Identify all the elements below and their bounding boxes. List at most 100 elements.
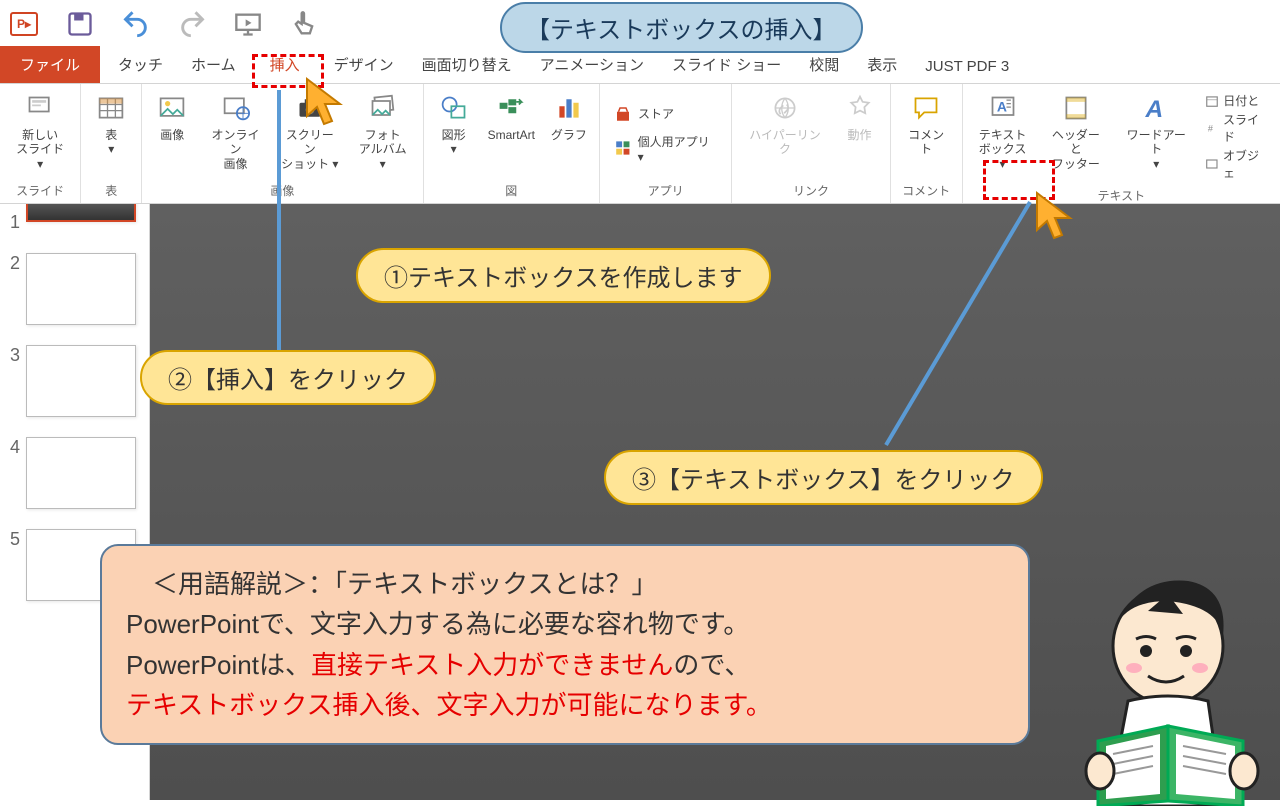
chart-label: グラフ — [551, 128, 587, 142]
tab-transition[interactable]: 画面切り替え — [408, 46, 526, 83]
picture-icon — [156, 92, 188, 124]
step1-callout: ①テキストボックスを作成します — [356, 248, 771, 303]
datetime-icon — [1205, 94, 1219, 108]
store-label: ストア — [638, 105, 674, 122]
tab-touch[interactable]: タッチ — [104, 46, 177, 83]
slidenum-label: スライド — [1223, 111, 1270, 145]
wordart-label: ワードアート ▾ — [1121, 128, 1191, 171]
powerpoint-icon: P▸ — [10, 12, 38, 36]
ribbon-insert: 新しい スライド ▾ スライド 表 ▾ 表 画像 オンライン 画像 — [0, 84, 1280, 204]
table-icon — [95, 92, 127, 124]
svg-text:#: # — [1208, 123, 1214, 133]
thumb-num-5: 5 — [6, 529, 20, 601]
save-icon[interactable] — [66, 10, 94, 38]
screenshot-label: スクリーン ショット ▾ — [281, 128, 339, 171]
object-button[interactable]: オブジェ — [1205, 147, 1270, 181]
cursor-insert-tab — [302, 74, 352, 134]
photo-album-icon — [367, 92, 399, 124]
new-slide-icon — [24, 92, 56, 124]
explain-line1: ＜用語解説＞：「テキストボックスとは？」 — [126, 564, 1004, 604]
redo-icon[interactable] — [178, 10, 206, 38]
picture-label: 画像 — [160, 128, 184, 142]
comment-label: コメント — [903, 128, 950, 157]
group-image-label: 画像 — [148, 180, 416, 203]
textbox-button[interactable]: A テキスト ボックス ▾ — [969, 88, 1037, 175]
my-apps-button[interactable]: 個人用アプリ ▾ — [614, 133, 717, 164]
group-illust-label: 図 — [430, 180, 593, 203]
action-icon — [844, 92, 876, 124]
thumb-4[interactable] — [26, 437, 136, 509]
photo-album-label: フォト アルバム ▾ — [355, 128, 411, 171]
thumb-num-2: 2 — [6, 253, 20, 325]
shapes-button[interactable]: 図形 ▾ — [430, 88, 478, 161]
comment-button[interactable]: コメント — [897, 88, 956, 161]
datetime-label: 日付と — [1223, 92, 1259, 109]
thumb-num-4: 4 — [6, 437, 20, 509]
slidenum-icon: # — [1205, 121, 1219, 135]
table-button[interactable]: 表 ▾ — [87, 88, 135, 161]
tab-view[interactable]: 表示 — [853, 46, 911, 83]
thumb-3[interactable] — [26, 345, 136, 417]
new-slide-button[interactable]: 新しい スライド ▾ — [6, 88, 74, 175]
online-picture-button[interactable]: オンライン 画像 — [200, 88, 271, 175]
svg-text:A: A — [996, 99, 1006, 115]
online-picture-label: オンライン 画像 — [206, 128, 265, 171]
tab-file[interactable]: ファイル — [0, 46, 100, 83]
group-comment-label: コメント — [897, 180, 956, 203]
header-footer-label: ヘッダーと フッター — [1047, 128, 1106, 171]
new-slide-label: 新しい スライド ▾ — [12, 128, 68, 171]
object-label: オブジェ — [1223, 147, 1270, 181]
action-label: 動作 — [848, 128, 872, 142]
action-button[interactable]: 動作 — [836, 88, 884, 146]
svg-text:A: A — [1145, 96, 1164, 122]
store-icon — [614, 105, 632, 123]
hyperlink-button[interactable]: ハイパーリンク — [738, 88, 831, 161]
thumb-num-1: 1 — [6, 212, 20, 233]
group-slide-label: スライド — [6, 180, 74, 203]
slidenum-button[interactable]: # スライド — [1205, 111, 1270, 145]
header-footer-icon — [1060, 92, 1092, 124]
step3-callout: ③【テキストボックス】をクリック — [604, 450, 1043, 505]
group-table-label: 表 — [87, 180, 135, 203]
datetime-button[interactable]: 日付と — [1205, 92, 1270, 109]
step2-callout: ②【挿入】をクリック — [140, 350, 436, 405]
picture-button[interactable]: 画像 — [148, 88, 196, 146]
header-footer-button[interactable]: ヘッダーと フッター — [1041, 88, 1112, 175]
mascot-character — [1028, 566, 1278, 806]
group-link-label: リンク — [738, 180, 883, 203]
group-app-label: アプリ — [606, 180, 725, 203]
smartart-icon — [495, 92, 527, 124]
explain-line2: PowerPointで、文字入力する為に必要な容れ物です。 — [126, 604, 1004, 644]
shapes-label: 図形 ▾ — [442, 128, 466, 157]
chart-icon — [553, 92, 585, 124]
explain-line4: テキストボックス挿入後、文字入力が可能になります。 — [126, 685, 1004, 725]
thumb-2[interactable] — [26, 253, 136, 325]
wordart-icon: A — [1140, 92, 1172, 124]
thumb-1[interactable] — [26, 204, 136, 222]
chart-button[interactable]: グラフ — [545, 88, 593, 146]
textbox-icon: A — [987, 92, 1019, 124]
photo-album-button[interactable]: フォト アルバム ▾ — [349, 88, 417, 175]
text-side-items: 日付と # スライド オブジェ — [1201, 88, 1274, 185]
tab-justpdf[interactable]: JUST PDF 3 — [911, 50, 1023, 83]
touch-mode-icon[interactable] — [290, 10, 318, 38]
smartart-label: SmartArt — [488, 128, 535, 142]
my-apps-label: 個人用アプリ ▾ — [638, 133, 718, 164]
hyperlink-icon — [769, 92, 801, 124]
thumb-num-3: 3 — [6, 345, 20, 417]
explain-line3: PowerPointは、直接テキスト入力ができませんので、 — [126, 645, 1004, 685]
smartart-button[interactable]: SmartArt — [482, 88, 541, 146]
title-callout: 【テキストボックスの挿入】 — [500, 2, 863, 53]
explanation-box: ＜用語解説＞：「テキストボックスとは？」 PowerPointで、文字入力する為… — [100, 544, 1030, 745]
object-icon — [1205, 157, 1219, 171]
store-button[interactable]: ストア — [614, 105, 674, 123]
hyperlink-label: ハイパーリンク — [744, 128, 825, 157]
tab-home[interactable]: ホーム — [177, 46, 250, 83]
table-label: 表 ▾ — [105, 128, 117, 157]
wordart-button[interactable]: A ワードアート ▾ — [1115, 88, 1197, 175]
apps-icon — [614, 139, 632, 157]
textbox-label: テキスト ボックス ▾ — [975, 128, 1031, 171]
arrow-line-insert — [277, 90, 281, 350]
undo-icon[interactable] — [122, 10, 150, 38]
slideshow-start-icon[interactable] — [234, 10, 262, 38]
